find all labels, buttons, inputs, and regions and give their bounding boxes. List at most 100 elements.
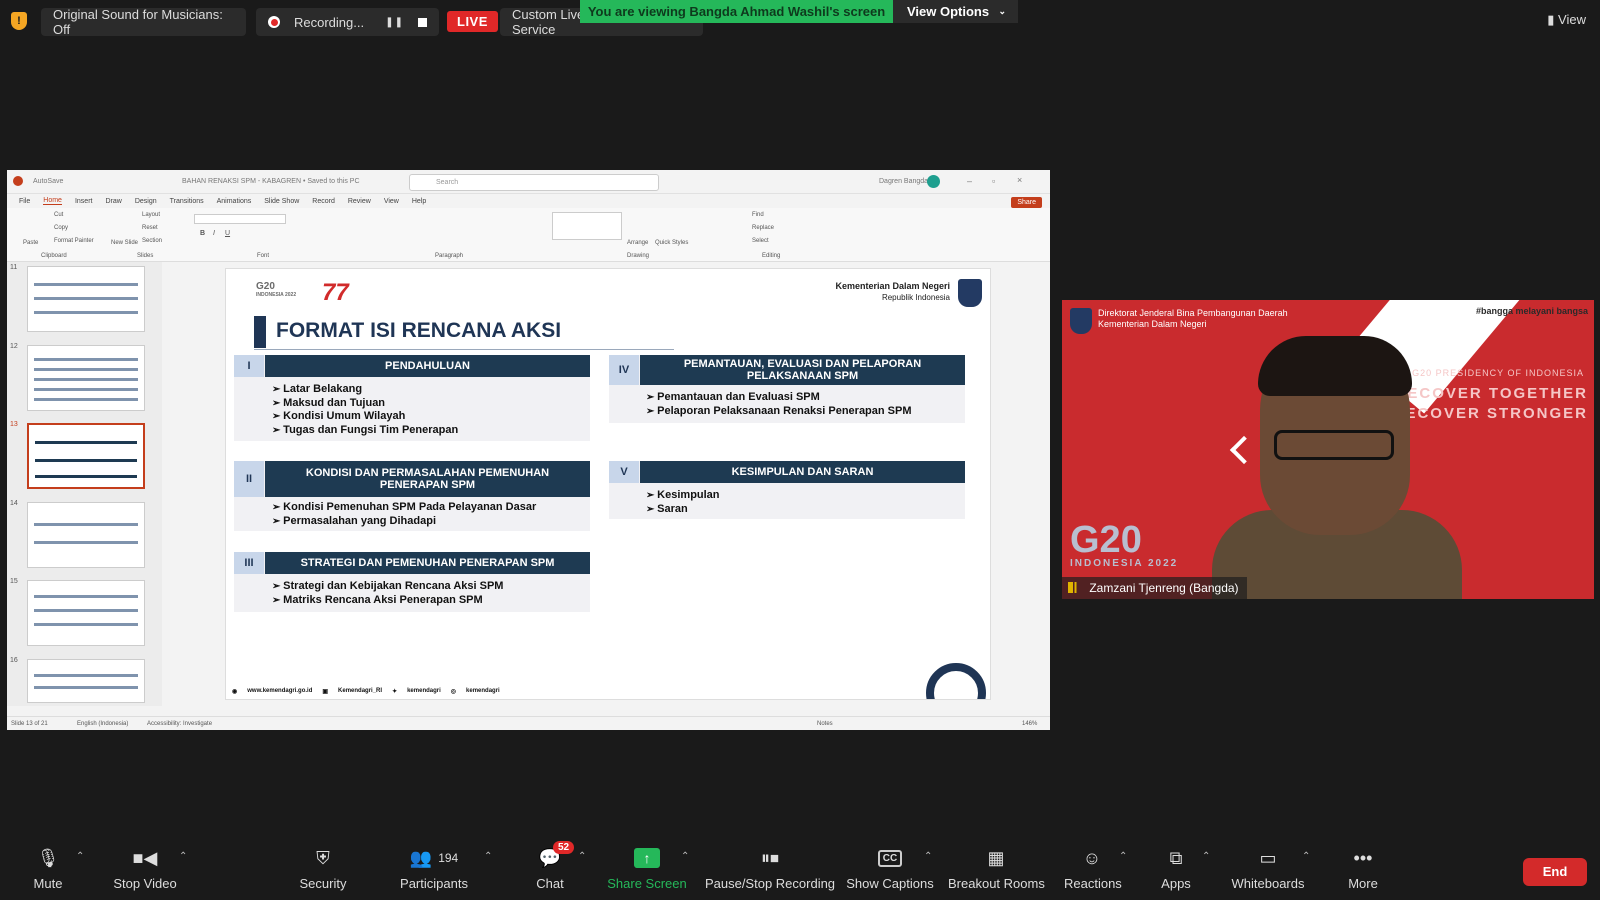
- view-options-button[interactable]: View Options ⌄: [893, 0, 1018, 23]
- section-item: Strategi dan Kebijakan Rencana Aksi SPM: [272, 580, 503, 594]
- meeting-toolbar: 🎙 Mute ⌃ ■◀ Stop Video ⌃ ⛨ Security 👥 194…: [0, 841, 1600, 900]
- chevron-up-icon[interactable]: ⌃: [1202, 851, 1210, 862]
- section-item: Pelaporan Pelaksanaan Renaksi Penerapan …: [646, 405, 911, 419]
- language-status[interactable]: English (Indonesia): [77, 721, 128, 727]
- quick-styles-button[interactable]: Quick Styles: [655, 240, 688, 246]
- chevron-up-icon[interactable]: ⌃: [76, 851, 84, 862]
- section-items: Kesimpulan Saran: [646, 489, 719, 516]
- chevron-up-icon[interactable]: ⌃: [179, 851, 187, 862]
- security-label: Security: [299, 876, 347, 891]
- participant-name: Zamzani Tjenreng (Bangda): [1089, 581, 1239, 595]
- mute-button[interactable]: 🎙 Mute: [28, 845, 68, 892]
- slide-thumbnail-11[interactable]: [27, 266, 145, 332]
- restore-icon[interactable]: ▫: [992, 176, 995, 186]
- autosave-toggle[interactable]: AutoSave: [33, 178, 63, 185]
- participant-video-tile[interactable]: Direktorat Jenderal Bina Pembangunan Dae…: [1062, 300, 1594, 599]
- paste-button[interactable]: Paste: [23, 240, 38, 246]
- reset-button[interactable]: Reset: [142, 225, 158, 231]
- tab-view[interactable]: View: [384, 198, 399, 205]
- instagram-icon: ◎: [450, 689, 457, 695]
- breakout-rooms-button[interactable]: ▦ Breakout Rooms: [948, 845, 1045, 892]
- powerpoint-window: AutoSave BAHAN RENAKSI SPM - KABAGREN • …: [7, 170, 1050, 730]
- video-camera-icon: ■◀: [132, 847, 158, 868]
- arrange-button[interactable]: Arrange: [627, 240, 648, 246]
- view-button[interactable]: ▮ View: [1547, 12, 1586, 28]
- layout-button[interactable]: Layout: [142, 212, 160, 218]
- whiteboards-button[interactable]: ▭ Whiteboards: [1230, 845, 1306, 892]
- shield-icon: ⛨: [316, 847, 330, 868]
- tab-file[interactable]: File: [19, 198, 30, 205]
- tab-home[interactable]: Home: [43, 197, 62, 205]
- slide-thumbnail-15[interactable]: [27, 580, 145, 646]
- ministry-name: Kementerian Dalam Negeri: [835, 281, 950, 291]
- slide-canvas[interactable]: G20 INDONESIA 2022 77 Kementerian Dalam …: [225, 268, 991, 700]
- tab-record[interactable]: Record: [312, 198, 335, 205]
- apps-button[interactable]: ⧉ Apps: [1157, 845, 1195, 892]
- thumb-number: 15: [10, 578, 18, 585]
- copy-button[interactable]: Copy: [54, 225, 68, 231]
- tab-help[interactable]: Help: [412, 198, 426, 205]
- section-number: V: [609, 461, 639, 483]
- slide-thumbnail-14[interactable]: [27, 502, 145, 568]
- pause-stop-recording-button[interactable]: ⏸⏹ Pause/Stop Recording: [704, 845, 836, 892]
- chevron-up-icon[interactable]: ⌃: [484, 851, 492, 862]
- section-button[interactable]: Section: [142, 238, 162, 244]
- thumb-number: 12: [10, 343, 18, 350]
- new-slide-button[interactable]: New Slide: [111, 240, 138, 246]
- live-badge[interactable]: LIVE: [447, 11, 498, 32]
- more-button[interactable]: ••• More: [1343, 845, 1383, 892]
- italic-button[interactable]: I: [213, 230, 215, 237]
- end-meeting-button[interactable]: End: [1523, 858, 1587, 886]
- security-shield-icon[interactable]: !: [11, 12, 27, 30]
- search-box[interactable]: Search: [409, 174, 659, 191]
- g20-logo-subtext: INDONESIA 2022: [1070, 558, 1179, 569]
- reactions-button[interactable]: ☺ Reactions: [1064, 845, 1122, 892]
- section-number: III: [234, 552, 264, 574]
- slide-thumbnail-16[interactable]: [27, 659, 145, 703]
- user-avatar[interactable]: [927, 175, 940, 188]
- zoom-level[interactable]: 146%: [1022, 721, 1037, 727]
- show-captions-button[interactable]: CC Show Captions: [846, 845, 934, 891]
- tab-transitions[interactable]: Transitions: [170, 198, 204, 205]
- participants-icon: 👥 194: [409, 847, 459, 868]
- tab-review[interactable]: Review: [348, 198, 371, 205]
- stop-recording-icon[interactable]: [418, 17, 427, 27]
- find-button[interactable]: Find: [752, 212, 764, 218]
- replace-button[interactable]: Replace: [752, 225, 774, 231]
- g20-logo: G20 INDONESIA 2022: [256, 281, 296, 298]
- slide-thumbnail-12[interactable]: [27, 345, 145, 411]
- instagram-handle: kemendagri: [466, 688, 500, 694]
- cut-button[interactable]: Cut: [54, 212, 63, 218]
- stop-video-button[interactable]: ■◀ Stop Video: [110, 845, 180, 892]
- bold-button[interactable]: B: [200, 230, 205, 237]
- security-button[interactable]: ⛨ Security: [298, 845, 348, 892]
- notes-button[interactable]: Notes: [817, 721, 833, 727]
- accessibility-status[interactable]: Accessibility: Investigate: [147, 721, 212, 727]
- tab-animations[interactable]: Animations: [217, 198, 252, 205]
- font-name-box[interactable]: [194, 214, 286, 224]
- slide-thumbnail-13[interactable]: [27, 423, 145, 489]
- pause-recording-icon[interactable]: ❚❚: [385, 17, 404, 28]
- share-button[interactable]: Share: [1011, 197, 1042, 208]
- original-sound-toggle[interactable]: Original Sound for Musicians: Off: [41, 7, 246, 37]
- shapes-gallery[interactable]: [552, 212, 622, 240]
- underline-button[interactable]: U: [225, 230, 230, 237]
- tab-insert[interactable]: Insert: [75, 198, 93, 205]
- minimize-icon[interactable]: –: [967, 176, 972, 186]
- g20-logo: G20 INDONESIA 2022: [1070, 521, 1179, 569]
- select-button[interactable]: Select: [752, 238, 769, 244]
- close-icon[interactable]: ×: [1017, 175, 1022, 185]
- chevron-up-icon[interactable]: ⌃: [681, 851, 689, 862]
- format-painter-button[interactable]: Format Painter: [54, 238, 94, 244]
- tab-draw[interactable]: Draw: [105, 198, 121, 205]
- tab-slide-show[interactable]: Slide Show: [264, 198, 299, 205]
- participants-button[interactable]: 👥 194 Participants: [398, 845, 470, 892]
- chevron-up-icon[interactable]: ⌃: [924, 851, 932, 862]
- tab-design[interactable]: Design: [135, 198, 157, 205]
- chevron-up-icon[interactable]: ⌃: [1119, 851, 1127, 862]
- chevron-up-icon[interactable]: ⌃: [1302, 851, 1310, 862]
- chevron-up-icon[interactable]: ⌃: [578, 851, 586, 862]
- share-screen-button[interactable]: ↑ Share Screen: [605, 845, 689, 891]
- section-items: Kondisi Pemenuhan SPM Pada Pelayanan Das…: [272, 501, 536, 528]
- section-item: Permasalahan yang Dihadapi: [272, 515, 536, 529]
